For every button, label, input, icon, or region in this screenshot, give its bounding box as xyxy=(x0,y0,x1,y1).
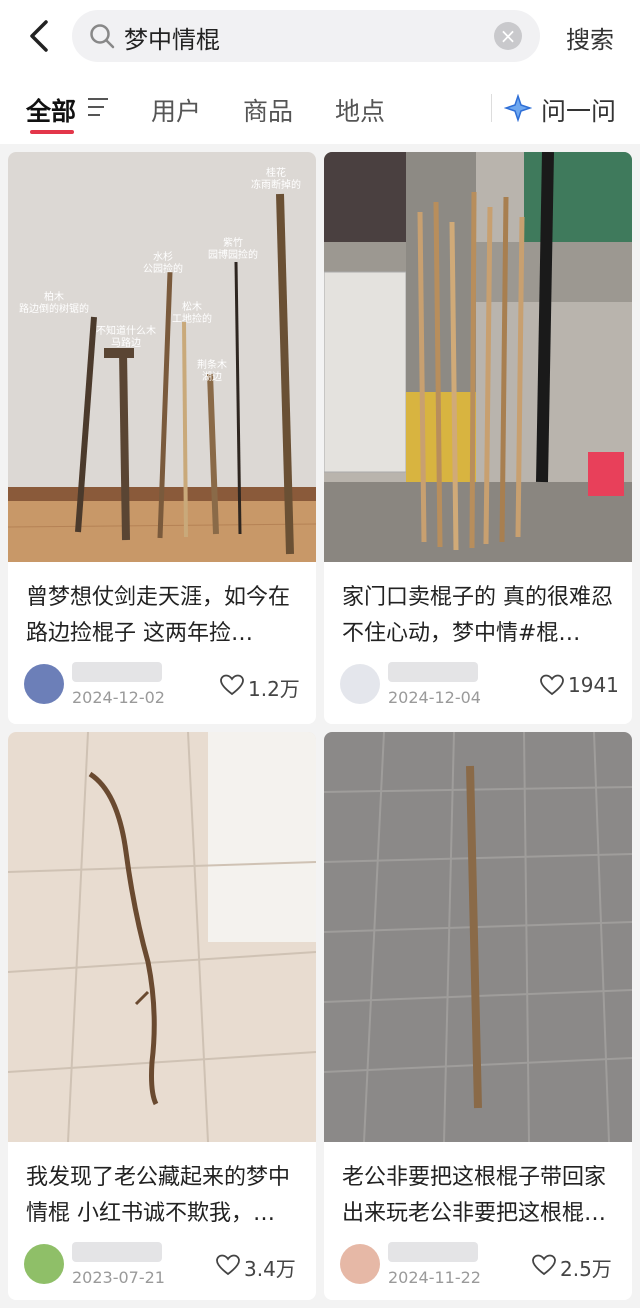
author-name-blurred[interactable] xyxy=(388,662,478,682)
avatar[interactable] xyxy=(340,664,380,704)
like-count: 1.2万 xyxy=(248,677,300,701)
post-date: 2024-12-04 xyxy=(388,688,481,707)
heart-icon[interactable] xyxy=(216,1254,240,1276)
image-label: 冻雨断掉的 xyxy=(251,178,301,191)
avatar[interactable] xyxy=(24,664,64,704)
note-card[interactable]: 老公非要把这根棍子带回家出来玩老公非要把这根棍… 2024-11-22 2.5万 xyxy=(324,732,632,1300)
image-label: 湖边 xyxy=(202,371,222,383)
image-label: 松木 xyxy=(182,300,202,313)
heart-icon[interactable] xyxy=(532,1254,556,1276)
sparkle-icon[interactable] xyxy=(504,94,532,122)
image-label: 不知道什么木 xyxy=(96,324,156,337)
author-name-blurred[interactable] xyxy=(72,1242,162,1262)
card-image[interactable] xyxy=(8,732,316,1142)
card-image[interactable] xyxy=(324,732,632,1142)
like-count: 3.4万 xyxy=(244,1257,296,1281)
active-tab-indicator xyxy=(30,130,74,134)
note-card[interactable]: 我发现了老公藏起来的梦中情棍 小红书诚不欺我，… 2023-07-21 3.4万 xyxy=(8,732,316,1300)
note-card[interactable]: 家门口卖棍子的 真的很难忍不住心动，梦中情#棍… 2024-12-04 1941 xyxy=(324,152,632,724)
tab-places[interactable]: 地点 xyxy=(335,92,385,128)
image-label: 园博园捡的 xyxy=(208,248,258,261)
ask-button[interactable]: 问一问 xyxy=(541,92,616,128)
image-label: 荆条木 xyxy=(197,358,227,371)
image-label: 紫竹 xyxy=(223,236,243,249)
card-title[interactable]: 曾梦想仗剑走天涯，如今在路边捡棍子 这两年捡… xyxy=(26,580,298,652)
card-title[interactable]: 我发现了老公藏起来的梦中情棍 小红书诚不欺我，… xyxy=(26,1160,298,1232)
image-label: 水杉 xyxy=(153,250,173,263)
top-bar: 梦中情棍 × 搜索 xyxy=(0,0,640,74)
image-label: 路边倒的树锯的 xyxy=(19,302,89,315)
card-image[interactable]: 桂花 冻雨断掉的 紫竹 园博园捡的 水杉 公园捡的 柏木 路边倒的树锯的 不知道… xyxy=(8,152,316,562)
post-date: 2024-12-02 xyxy=(72,688,165,707)
heart-icon[interactable] xyxy=(220,674,244,696)
image-label: 工地捡的 xyxy=(172,312,212,325)
avatar[interactable] xyxy=(24,1244,64,1284)
card-title[interactable]: 老公非要把这根棍子带回家出来玩老公非要把这根棍… xyxy=(342,1160,614,1232)
clear-icon[interactable]: × xyxy=(494,22,522,50)
image-label: 马路边 xyxy=(111,336,141,349)
image-label: 桂花 xyxy=(266,166,286,179)
search-input[interactable]: 梦中情棍 xyxy=(124,20,220,55)
back-arrow-icon[interactable] xyxy=(22,16,58,56)
author-name-blurred[interactable] xyxy=(388,1242,478,1262)
image-label: 公园捡的 xyxy=(143,262,183,275)
image-label: 柏木 xyxy=(44,290,64,303)
search-button[interactable]: 搜索 xyxy=(566,20,614,55)
avatar[interactable] xyxy=(340,1244,380,1284)
like-count: 1941 xyxy=(568,673,619,697)
search-box[interactable]: 梦中情棍 × xyxy=(72,10,540,62)
note-card[interactable]: 桂花 冻雨断掉的 紫竹 园博园捡的 水杉 公园捡的 柏木 路边倒的树锯的 不知道… xyxy=(8,152,316,724)
tab-products[interactable]: 商品 xyxy=(243,92,293,128)
search-icon xyxy=(90,24,115,49)
card-title[interactable]: 家门口卖棍子的 真的很难忍不住心动，梦中情#棍… xyxy=(342,580,614,652)
like-count: 2.5万 xyxy=(560,1257,612,1281)
post-date: 2024-11-22 xyxy=(388,1268,481,1287)
divider xyxy=(491,94,492,122)
post-date: 2023-07-21 xyxy=(72,1268,165,1287)
filter-icon[interactable] xyxy=(86,96,110,118)
author-name-blurred[interactable] xyxy=(72,662,162,682)
tab-users[interactable]: 用户 xyxy=(151,92,201,128)
tab-bar: 全部 用户 商品 地点 问一问 xyxy=(0,74,640,144)
card-image[interactable] xyxy=(324,152,632,562)
heart-icon[interactable] xyxy=(540,674,564,696)
tab-all[interactable]: 全部 xyxy=(26,92,76,128)
